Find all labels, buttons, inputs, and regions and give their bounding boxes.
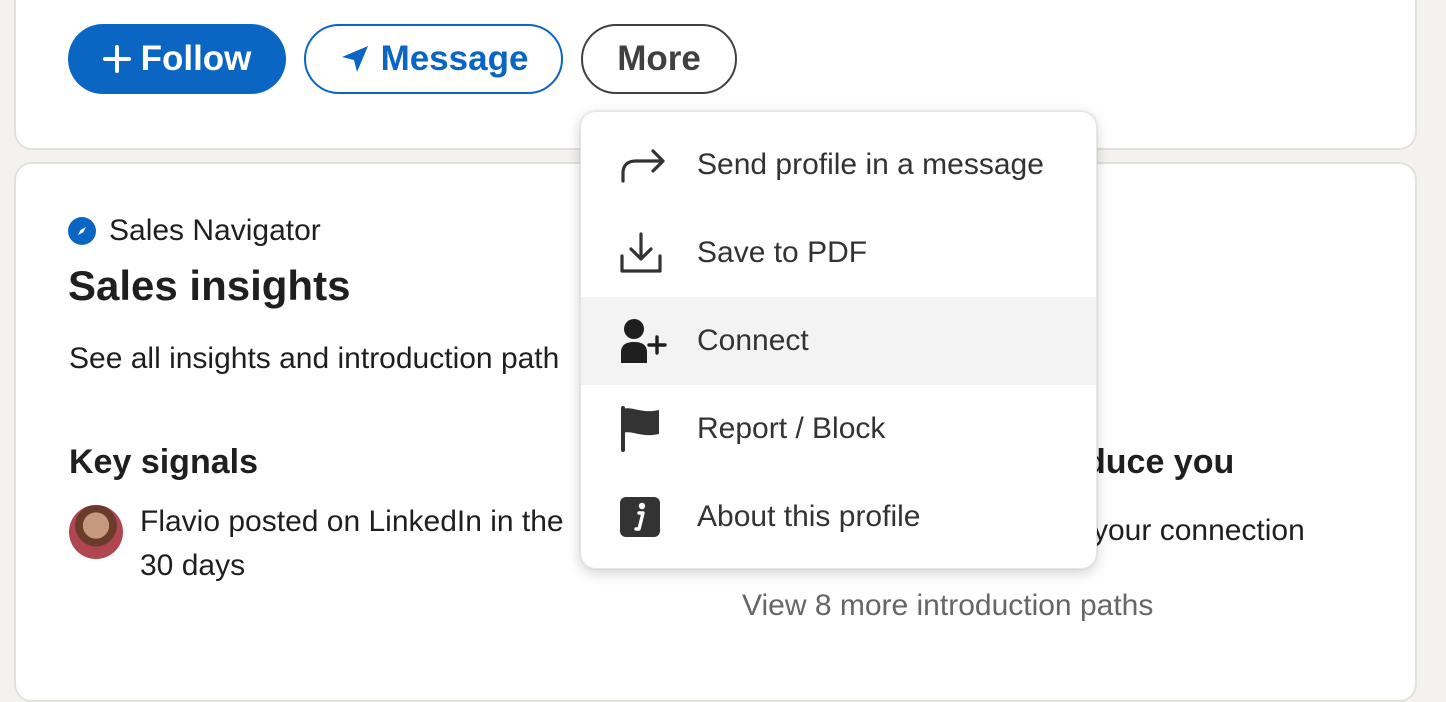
menu-item-connect[interactable]: Connect: [581, 297, 1096, 385]
introduction-text: your connection: [1093, 514, 1305, 547]
signal-line-1: Flavio posted on LinkedIn in the: [140, 505, 564, 538]
sales-navigator-brand: Sales Navigator: [68, 214, 321, 248]
plus-icon: [102, 45, 131, 73]
more-dropdown-menu: Send profile in a message Save to PDF Co…: [580, 111, 1097, 569]
share-arrow-icon: [619, 147, 679, 183]
add-person-icon: [619, 318, 679, 364]
compass-icon: [68, 217, 96, 245]
insights-description: See all insights and introduction path: [69, 342, 560, 375]
info-icon: [619, 496, 679, 538]
menu-item-label: Connect: [697, 324, 809, 357]
menu-item-label: Report / Block: [697, 412, 886, 445]
download-icon: [619, 231, 679, 275]
menu-item-report-block[interactable]: Report / Block: [581, 385, 1096, 473]
message-button[interactable]: Message: [304, 24, 563, 94]
menu-item-save-pdf[interactable]: Save to PDF: [581, 209, 1096, 297]
signal-item: Flavio posted on LinkedIn in the 30 days: [140, 500, 600, 588]
follow-button-label: Follow: [140, 39, 252, 78]
view-more-paths-link[interactable]: View 8 more introduction paths: [742, 589, 1153, 623]
message-button-label: Message: [380, 39, 529, 78]
signal-line-2: 30 days: [140, 549, 246, 582]
menu-item-label: About this profile: [697, 500, 921, 533]
more-button[interactable]: More: [581, 24, 737, 94]
more-button-label: More: [617, 39, 701, 78]
send-icon: [341, 46, 368, 72]
menu-item-about-profile[interactable]: About this profile: [581, 473, 1096, 561]
key-signals-heading: Key signals: [69, 443, 258, 481]
menu-item-send-profile[interactable]: Send profile in a message: [581, 121, 1096, 209]
flag-icon: [619, 406, 679, 452]
sales-navigator-label: Sales Navigator: [109, 214, 321, 247]
section-title: Sales insights: [68, 262, 351, 309]
menu-item-label: Save to PDF: [697, 236, 868, 269]
avatar: [69, 505, 123, 559]
follow-button[interactable]: Follow: [68, 24, 286, 94]
introduction-heading: duce you: [1085, 443, 1235, 481]
menu-item-label: Send profile in a message: [697, 148, 1044, 181]
